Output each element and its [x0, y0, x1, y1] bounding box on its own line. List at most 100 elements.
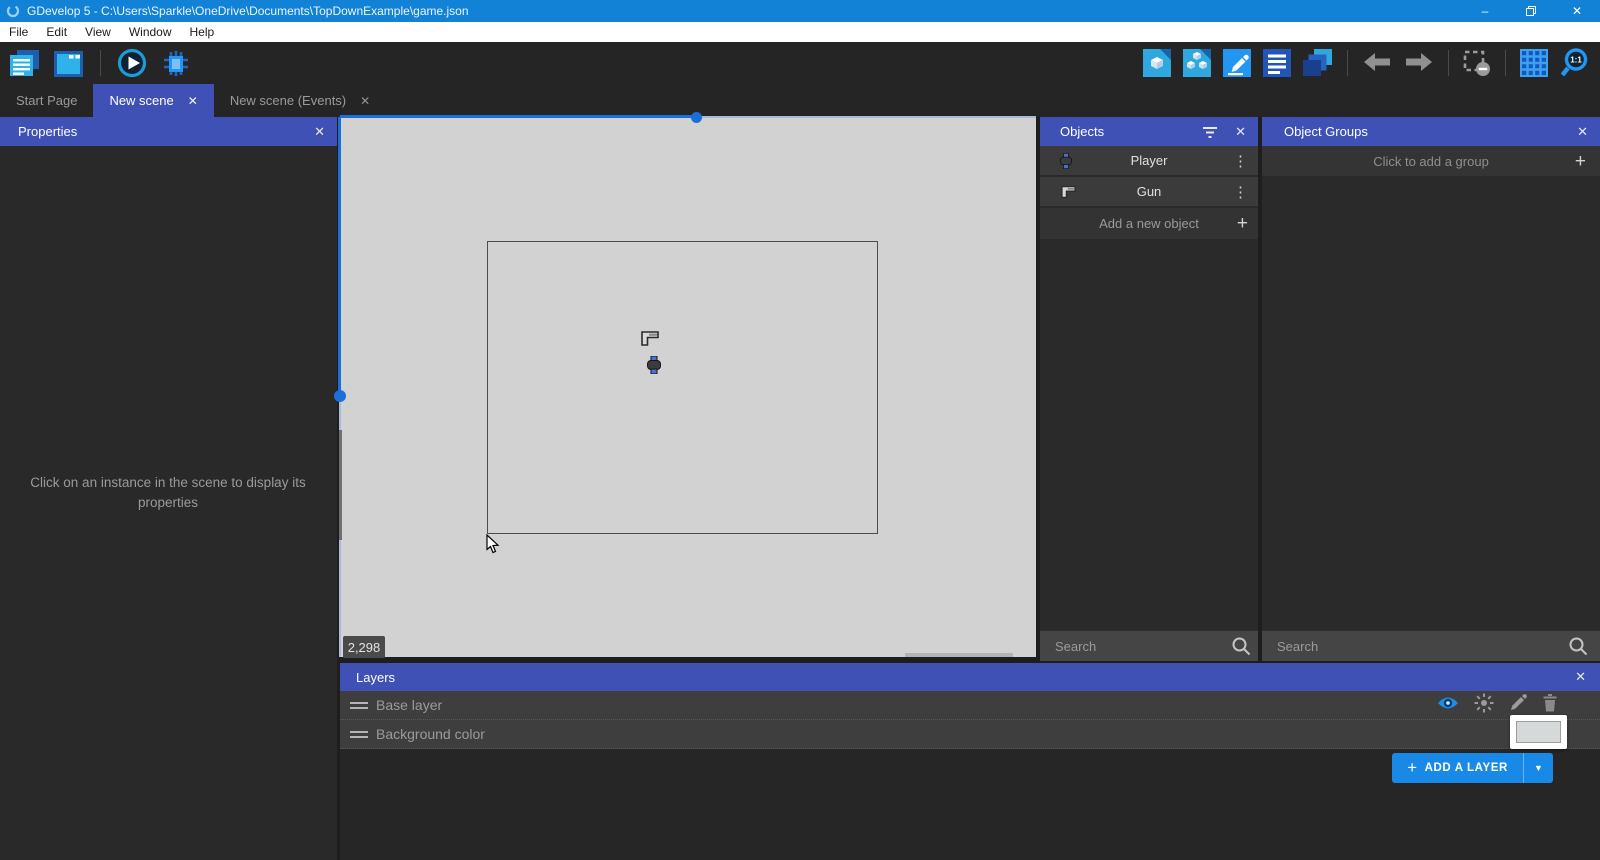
svg-text:1:1: 1:1	[1570, 56, 1582, 65]
layer-name: Background color	[376, 726, 485, 742]
object-name: Player	[1130, 153, 1168, 168]
add-layer-button-main[interactable]: + ADD A LAYER	[1392, 757, 1523, 778]
filter-icon[interactable]	[1202, 125, 1218, 139]
minimize-button[interactable]: –	[1462, 0, 1508, 22]
layer-effects-icon[interactable]	[1474, 693, 1494, 718]
editor-tab-bar: Start Page New scene ✕ New scene (Events…	[0, 84, 1600, 117]
gdevelop-logo-icon	[6, 4, 20, 18]
add-layer-label: ADD A LAYER	[1424, 762, 1508, 774]
object-menu-icon[interactable]: ⋮	[1233, 152, 1248, 170]
plus-icon: +	[1574, 150, 1586, 172]
object-groups-panel-header: Object Groups ✕	[1262, 117, 1600, 146]
layer-actions	[1437, 693, 1558, 718]
tab-label: Start Page	[16, 93, 78, 108]
main-toolbar: 1:1	[0, 42, 1600, 84]
add-group-button[interactable]: Click to add a group +	[1262, 146, 1600, 177]
toolbar-right-group: 1:1	[1141, 46, 1592, 80]
toolbar-separator	[1505, 50, 1506, 76]
object-groups-panel: Object Groups ✕ Click to add a group +	[1262, 117, 1600, 661]
object-row-gun[interactable]: Gun ⋮	[1040, 177, 1258, 208]
redo-icon[interactable]	[1402, 49, 1436, 77]
toggle-objects-panel-icon[interactable]	[1141, 47, 1173, 79]
menu-window[interactable]: Window	[120, 25, 181, 39]
undo-icon[interactable]	[1360, 49, 1394, 77]
horizontal-scroll-handle[interactable]	[691, 112, 702, 123]
groups-search-bar	[1262, 630, 1600, 661]
toggle-properties-panel-icon[interactable]	[1221, 47, 1253, 79]
drag-handle-icon[interactable]	[350, 730, 368, 738]
title-bar: GDevelop 5 - C:\Users\Sparkle\OneDrive\D…	[0, 0, 1600, 22]
drag-handle-icon[interactable]	[350, 701, 368, 709]
restore-button[interactable]	[1508, 0, 1554, 22]
plus-icon: +	[1236, 213, 1248, 234]
close-layers-icon[interactable]: ✕	[1575, 669, 1586, 685]
menu-edit[interactable]: Edit	[37, 25, 76, 39]
add-group-label: Click to add a group	[1373, 153, 1489, 169]
toggle-layers-panel-icon[interactable]	[1301, 47, 1335, 79]
restore-icon	[1526, 6, 1536, 16]
close-object-groups-icon[interactable]: ✕	[1577, 124, 1588, 140]
vertical-scroll-handle[interactable]	[334, 390, 346, 402]
gun-instance[interactable]	[640, 330, 660, 347]
gun-sprite-icon	[1060, 185, 1077, 199]
add-layer-button[interactable]: + ADD A LAYER ▼	[1392, 753, 1553, 783]
close-objects-icon[interactable]: ✕	[1235, 124, 1246, 140]
game-window-bounds	[487, 241, 878, 534]
mouse-cursor	[486, 533, 500, 559]
tab-new-scene[interactable]: New scene ✕	[93, 84, 214, 117]
layer-edit-icon[interactable]	[1509, 693, 1527, 717]
search-icon	[1231, 636, 1251, 656]
menu-file[interactable]: File	[0, 25, 37, 39]
deselect-instances-icon[interactable]	[1461, 48, 1493, 79]
menu-bar: File Edit View Window Help	[0, 22, 1600, 42]
scene-coordinates-badge: 2,298	[343, 636, 385, 658]
toolbar-separator	[1347, 50, 1348, 76]
object-row-player[interactable]: Player ⋮	[1040, 146, 1258, 177]
layer-delete-icon[interactable]	[1542, 693, 1558, 717]
tab-new-scene-events[interactable]: New scene (Events) ✕	[214, 84, 386, 117]
objects-panel-header: Objects ✕	[1040, 117, 1258, 146]
toggle-object-groups-panel-icon[interactable]	[1181, 47, 1213, 79]
objects-search-input[interactable]	[1055, 638, 1231, 654]
layer-name: Base layer	[376, 697, 443, 713]
vertical-scroll-thumb[interactable]	[339, 430, 342, 540]
menu-view[interactable]: View	[76, 25, 120, 39]
add-layer-dropdown[interactable]: ▼	[1523, 753, 1553, 783]
window-controls: – ✕	[1462, 0, 1600, 22]
scene-canvas[interactable]: 2,298	[334, 112, 1036, 658]
object-menu-icon[interactable]: ⋮	[1233, 183, 1248, 201]
gdevelop-window: GDevelop 5 - C:\Users\Sparkle\OneDrive\D…	[0, 0, 1600, 860]
layer-row-base[interactable]: Base layer	[340, 691, 1600, 720]
horizontal-scroll-fill	[340, 115, 697, 118]
scene-window-icon[interactable]	[52, 48, 86, 79]
close-icon: ✕	[1571, 4, 1583, 18]
debug-button[interactable]	[159, 47, 193, 80]
plus-icon: +	[1407, 757, 1418, 777]
layer-visibility-icon[interactable]	[1437, 695, 1459, 716]
zoom-original-icon[interactable]: 1:1	[1558, 46, 1592, 80]
project-manager-icon[interactable]	[8, 48, 42, 79]
tab-close-icon[interactable]: ✕	[360, 94, 370, 108]
vertical-scroll-fill	[338, 117, 341, 396]
background-color-swatch[interactable]	[1510, 715, 1567, 749]
properties-empty-message: Click on an instance in the scene to dis…	[30, 475, 306, 511]
groups-search-input[interactable]	[1277, 638, 1568, 654]
menu-help[interactable]: Help	[181, 25, 224, 39]
add-new-object-button[interactable]: Add a new object +	[1040, 208, 1258, 239]
tab-label: New scene	[109, 93, 174, 108]
tab-close-icon[interactable]: ✕	[188, 94, 198, 108]
tab-start-page[interactable]: Start Page	[0, 84, 93, 117]
toggle-grid-icon[interactable]	[1518, 47, 1550, 79]
toolbar-separator	[1448, 50, 1449, 76]
toggle-instances-list-icon[interactable]	[1261, 47, 1293, 79]
horizontal-scroll-thumb[interactable]	[905, 653, 1013, 657]
objects-panel: Objects ✕ Player ⋮ Gun ⋮ Add a new objec…	[1040, 117, 1258, 661]
close-properties-icon[interactable]: ✕	[314, 124, 325, 140]
player-instance[interactable]	[647, 356, 661, 374]
layers-panel: Layers ✕ Base layer Background color + A…	[340, 663, 1600, 860]
layer-row-background-color[interactable]: Background color	[340, 720, 1600, 749]
close-window-button[interactable]: ✕	[1554, 0, 1600, 22]
preview-play-button[interactable]	[115, 46, 149, 80]
objects-panel-title: Objects	[1060, 124, 1105, 139]
window-title: GDevelop 5 - C:\Users\Sparkle\OneDrive\D…	[27, 4, 469, 18]
